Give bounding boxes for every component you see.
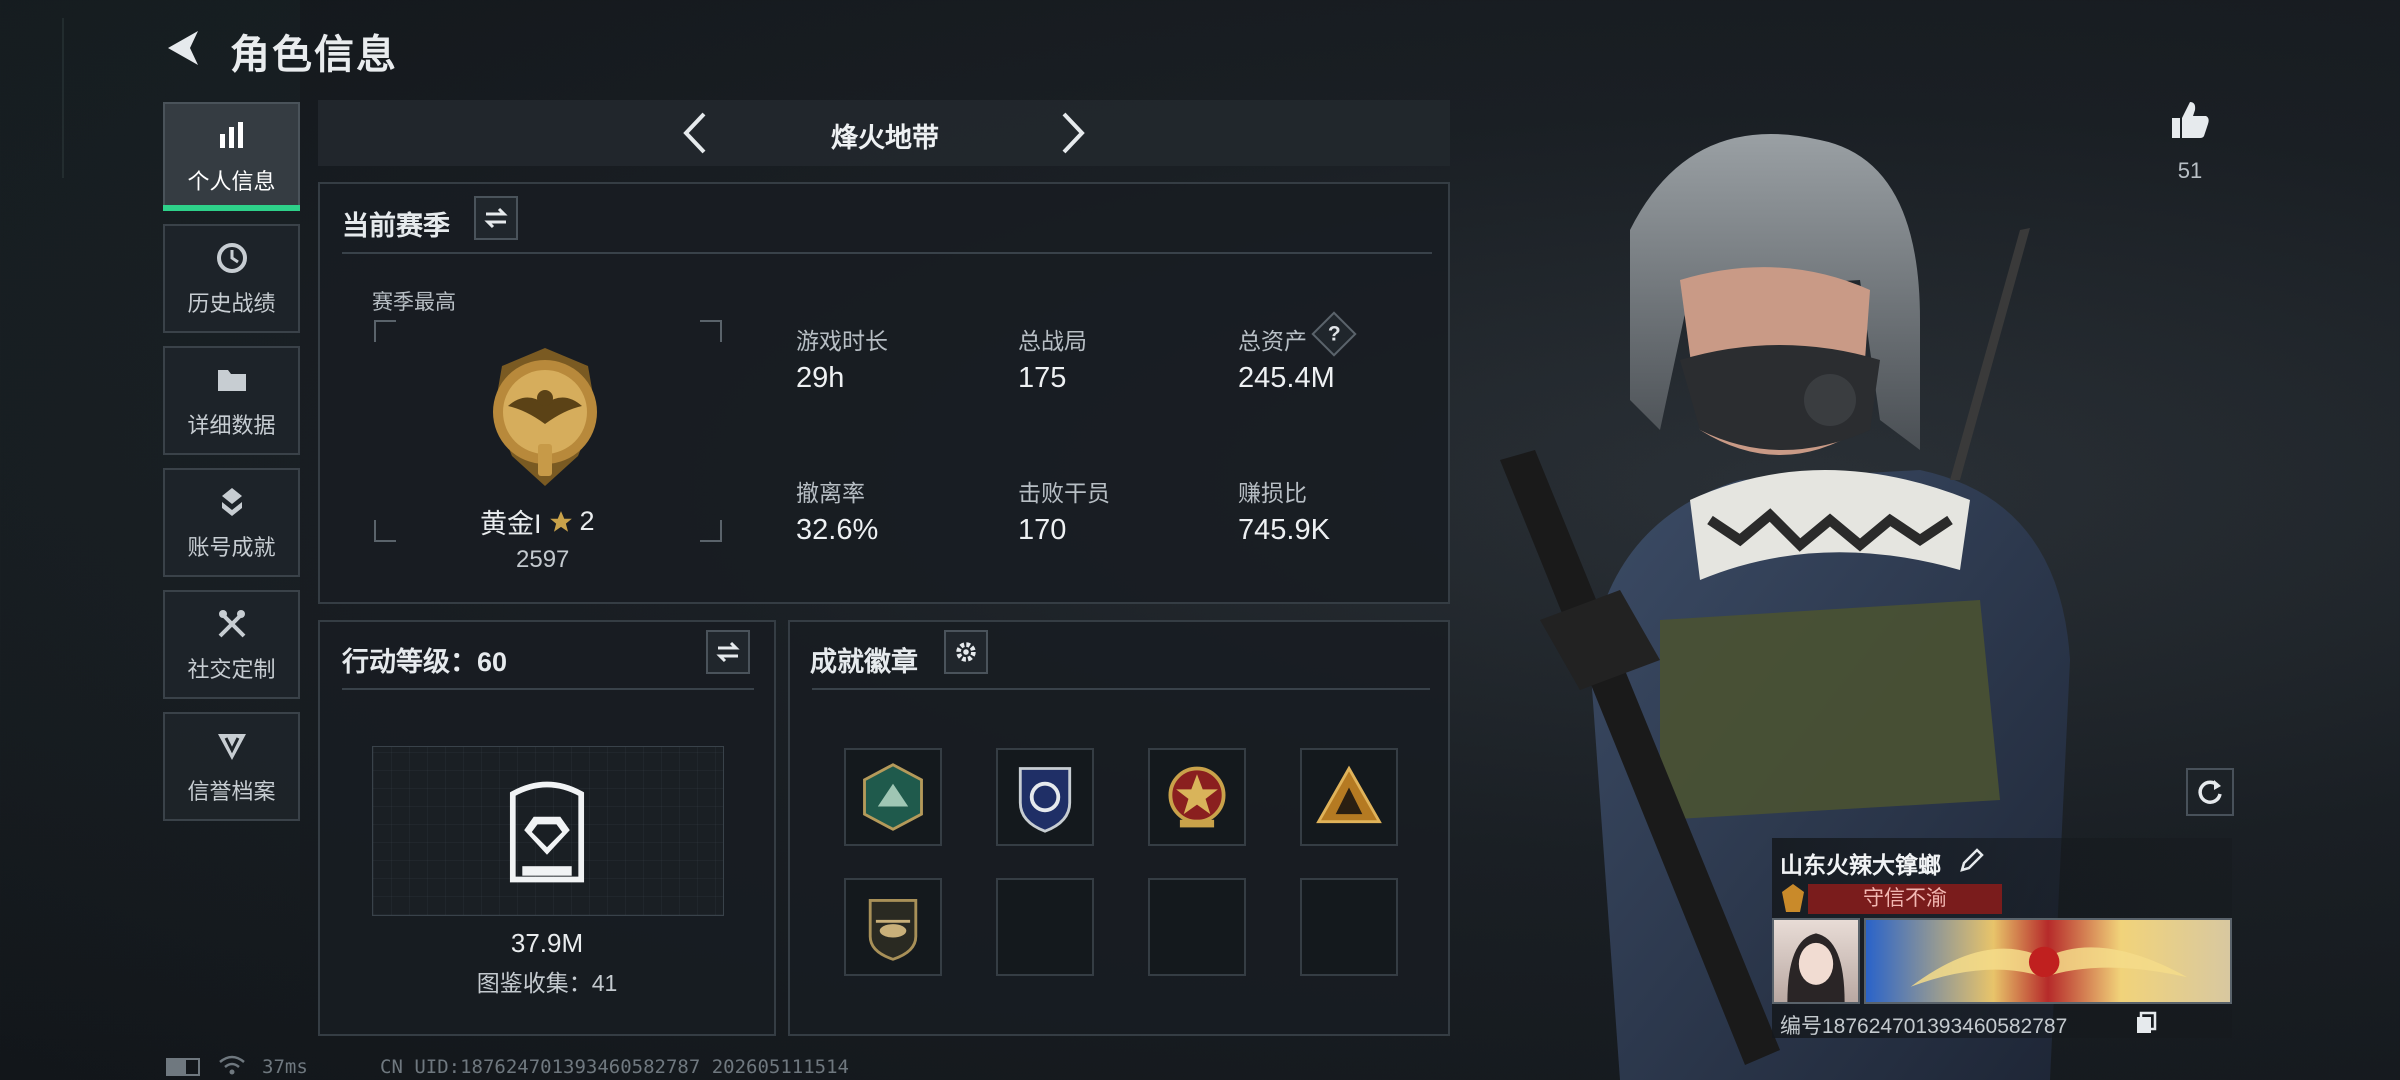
collection-display[interactable] <box>372 746 724 916</box>
star-icon <box>549 510 572 532</box>
stat-value-matches: 175 <box>1018 362 1067 394</box>
season-best-label: 赛季最高 <box>372 291 456 314</box>
stat-value-kills: 170 <box>1018 514 1067 546</box>
season-divider <box>342 252 1432 254</box>
achievement-divider <box>812 688 1430 690</box>
swap-icon <box>484 207 508 229</box>
sidebar-item-label: 信誉档案 <box>187 778 276 804</box>
frame-corner <box>374 520 396 542</box>
sidebar-item-label: 社交定制 <box>187 656 276 682</box>
pencil-icon <box>1960 848 1984 872</box>
action-divider <box>342 688 754 690</box>
action-level-title: 行动等级：60 <box>342 647 508 677</box>
blue-shield-badge-icon <box>1018 767 1072 833</box>
frame-corner <box>700 320 722 342</box>
ping-text: 37ms <box>262 1056 308 1078</box>
copy-icon <box>2137 1011 2157 1033</box>
sidebar-item-social-custom[interactable]: 社交定制 <box>163 590 300 699</box>
wifi-icon <box>218 1054 246 1076</box>
swap-icon <box>716 641 740 663</box>
player-uid: 编号1876247013934605827​87 <box>1780 1015 2068 1038</box>
page-title: 角色信息 <box>230 33 398 77</box>
sidebar-item-reputation[interactable]: 信誉档案 <box>163 712 300 821</box>
sidebar-item-history[interactable]: 历史战绩 <box>163 224 300 333</box>
green-hexagon-badge-icon <box>863 763 923 831</box>
stat-value-profit-ratio: 745.9K <box>1238 514 1330 546</box>
sidebar-item-label: 历史战绩 <box>187 290 276 316</box>
avatar-portrait-icon <box>1787 933 1845 1002</box>
sidebar-item-label: 个人信息 <box>187 168 276 194</box>
achievement-icon <box>221 487 242 516</box>
question-mark-icon: ? <box>1327 321 1341 345</box>
like-button[interactable] <box>2168 98 2212 142</box>
shield-icon <box>217 733 246 760</box>
season-title: 当前赛季 <box>342 211 450 241</box>
folder-icon <box>217 369 246 391</box>
achievement-settings-button[interactable] <box>944 630 988 674</box>
rank-emblem <box>478 344 612 494</box>
rank-score: 2597 <box>516 546 570 573</box>
frame-corner <box>374 320 396 342</box>
sidebar-item-achievements[interactable]: 账号成就 <box>163 468 300 577</box>
frame-corner <box>700 520 722 542</box>
rank-line: 黄金I 2 <box>480 502 595 541</box>
tools-icon <box>218 609 245 637</box>
stat-label-assets: 总资产 <box>1238 328 1307 354</box>
avatar[interactable] <box>1772 918 1860 1004</box>
badge-slot[interactable] <box>844 878 942 976</box>
back-arrow-icon <box>168 31 198 65</box>
badge-slot[interactable] <box>1148 748 1246 846</box>
stat-label-kills: 击败干员 <box>1018 480 1110 506</box>
helicopter-badge-icon <box>868 898 918 961</box>
rank-crest-icon <box>1780 882 1806 914</box>
badge-slot[interactable] <box>996 748 1094 846</box>
player-motto: 守信不渝 <box>1808 884 2002 914</box>
background-line <box>62 18 64 178</box>
thumbs-up-icon <box>2172 102 2209 138</box>
gear-icon <box>956 642 976 662</box>
copy-uid-button[interactable] <box>2134 1010 2158 1034</box>
mode-next-button[interactable] <box>1046 108 1096 158</box>
like-count: 51 <box>2177 158 2203 183</box>
collection-value: 37.9M <box>510 928 584 958</box>
bar-chart-icon <box>219 121 243 148</box>
collection-count: 图鉴收集：41 <box>476 970 618 996</box>
sidebar-item-label: 账号成就 <box>187 534 276 560</box>
display-case-icon <box>509 781 585 883</box>
stat-value-extract-rate: 32.6% <box>796 514 879 546</box>
build-uid-text: CN UID:187624701393460582787 20260511151… <box>380 1056 849 1078</box>
stat-label-playtime: 游戏时长 <box>796 328 888 354</box>
refresh-button[interactable] <box>2186 768 2234 816</box>
sidebar-item-detailed-data[interactable]: 详细数据 <box>163 346 300 455</box>
sidebar-item-personal-info[interactable]: 个人信息 <box>163 102 300 211</box>
badge-slot-empty[interactable] <box>1148 878 1246 976</box>
rank-name: 黄金I <box>480 509 542 539</box>
clock-icon <box>216 242 247 273</box>
edit-name-button[interactable] <box>1958 846 1986 874</box>
badge-slot-empty[interactable] <box>996 878 1094 976</box>
stat-label-matches: 总战局 <box>1018 328 1087 354</box>
back-button[interactable] <box>160 25 206 71</box>
badge-slot[interactable] <box>844 748 942 846</box>
stat-value-playtime: 29h <box>796 362 845 394</box>
sidebar-item-label: 详细数据 <box>187 412 276 438</box>
stat-label-extract-rate: 撤离率 <box>796 480 865 506</box>
golden-wings-banner-icon <box>1910 946 2188 987</box>
gold-rank-emblem-icon <box>493 348 597 486</box>
action-switch-button[interactable] <box>706 630 750 674</box>
stat-value-assets: 245.4M <box>1238 362 1335 394</box>
player-banner[interactable] <box>1864 918 2232 1004</box>
achievement-title: 成就徽章 <box>810 647 918 677</box>
red-star-badge-icon <box>1168 766 1226 828</box>
battery-icon <box>166 1058 200 1076</box>
refresh-icon <box>2198 780 2222 804</box>
rank-stars: 2 <box>579 506 595 536</box>
mode-title: 烽火地带 <box>831 123 939 153</box>
season-switch-button[interactable] <box>474 196 518 240</box>
stat-label-profit-ratio: 赚损比 <box>1238 480 1307 506</box>
chevron-right-icon <box>1062 112 1085 154</box>
player-name: 山东火辣大镎螂 <box>1780 852 1941 878</box>
